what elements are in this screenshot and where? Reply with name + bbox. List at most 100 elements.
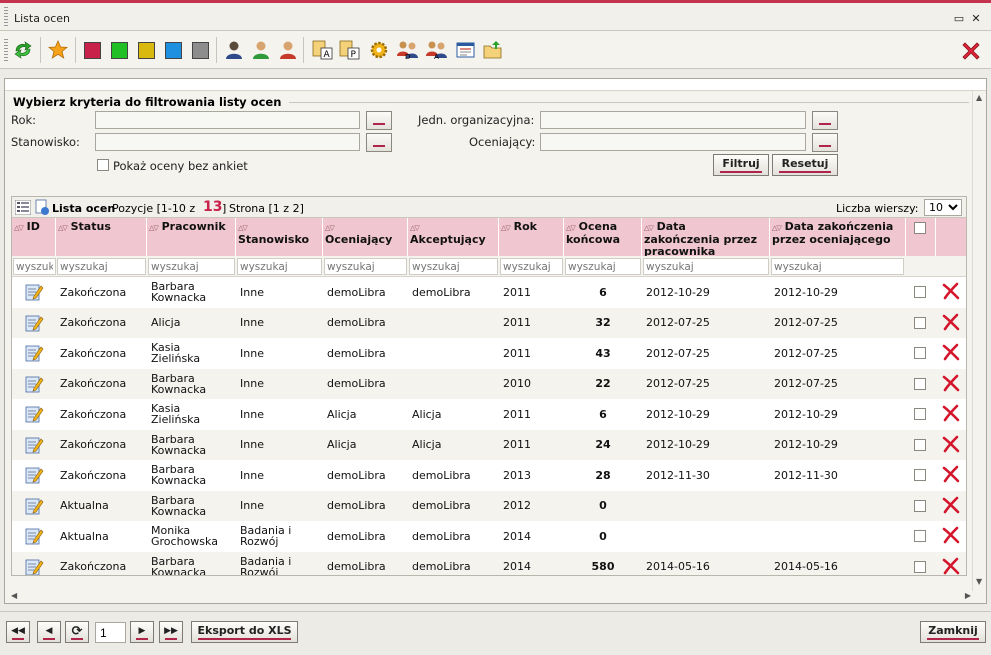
rows-per-page-select[interactable]: 10 (924, 199, 962, 216)
col-header-status[interactable]: △▽ Status (56, 218, 147, 256)
table-row[interactable]: Zakończona Kasia Zielińska Inne Alicja Alicja… (12, 399, 966, 430)
export-doc-icon[interactable] (34, 199, 50, 216)
show-without-surveys-checkbox[interactable] (97, 159, 109, 171)
refresh-page-button[interactable]: ⟳ (65, 621, 89, 643)
filter-oceniajacy-input[interactable] (324, 258, 407, 275)
edit-icon[interactable] (24, 526, 44, 546)
stanowisko-input[interactable] (95, 133, 360, 151)
prev-page-button[interactable]: ◀ (37, 621, 61, 643)
document-a-icon[interactable]: A (311, 40, 335, 60)
minimize-button[interactable]: ▭ (952, 12, 966, 25)
last-page-button[interactable]: ▶▶ (159, 621, 183, 643)
window-icon[interactable] (455, 40, 477, 60)
edit-icon[interactable] (24, 313, 44, 333)
reset-button[interactable]: Resetuj (772, 154, 838, 176)
refresh-icon[interactable] (13, 40, 33, 60)
select-all-checkbox[interactable] (914, 222, 926, 234)
oceniajacy-clear-button[interactable] (812, 133, 838, 152)
delete-icon[interactable] (942, 526, 960, 544)
scroll-down-icon[interactable]: ▼ (976, 577, 982, 586)
person-red-icon[interactable] (278, 40, 298, 60)
users-a-icon[interactable]: A (425, 40, 449, 60)
col-header-data-pracownik[interactable]: △▽ Data zakończenia przez pracownika (642, 218, 770, 258)
table-row[interactable]: Zakończona Barbara Kownacka Inne demoLibra de… (12, 460, 966, 491)
edit-icon[interactable] (24, 465, 44, 485)
window-close-button[interactable]: ✕ (969, 12, 983, 25)
filter-button[interactable]: Filtruj (713, 154, 769, 176)
table-row[interactable]: Zakończona Alicja Inne demoLibra 2011 32 2012-… (12, 307, 966, 338)
document-p-icon[interactable]: P (338, 40, 362, 60)
close-button[interactable]: Zamknij (920, 621, 986, 643)
table-row[interactable]: Zakończona Kasia Zielińska Inne demoLibra 201… (12, 338, 966, 369)
blue-square-icon[interactable] (165, 42, 182, 59)
export-xls-button[interactable]: Eksport do XLS (191, 621, 298, 643)
delete-icon[interactable] (942, 496, 960, 514)
col-header-data-oceniajacy[interactable]: △▽ Data zakończenia przez oceniającego (770, 218, 906, 256)
red-square-icon[interactable] (84, 42, 101, 59)
edit-icon[interactable] (24, 435, 44, 455)
table-row[interactable]: Aktualna Monika Grochowska Badania i Rozwój d… (12, 521, 966, 552)
delete-icon[interactable] (942, 435, 960, 453)
col-header-rok[interactable]: △▽ Rok (499, 218, 564, 256)
delete-icon[interactable] (942, 404, 960, 422)
jedn-organizacyjna-clear-button[interactable] (812, 111, 838, 130)
scroll-right-icon[interactable]: ▶ (965, 591, 971, 600)
delete-icon[interactable] (942, 465, 960, 483)
scroll-left-icon[interactable]: ◀ (11, 591, 17, 600)
person-green-icon[interactable] (251, 40, 271, 60)
star-icon[interactable] (48, 40, 68, 60)
gray-square-icon[interactable] (192, 42, 209, 59)
page-number-input[interactable] (95, 622, 126, 643)
folder-icon[interactable] (482, 40, 504, 60)
edit-icon[interactable] (24, 282, 44, 302)
col-header-id[interactable]: △▽ ID (12, 218, 56, 256)
row-checkbox[interactable] (914, 286, 926, 298)
col-header-pracownik[interactable]: △▽ Pracownik (147, 218, 236, 256)
rok-clear-button[interactable] (366, 111, 392, 130)
delete-icon[interactable] (942, 557, 960, 575)
filter-rok-input[interactable] (500, 258, 563, 275)
filter-id-input[interactable] (13, 258, 56, 275)
edit-icon[interactable] (24, 404, 44, 424)
filter-akceptujacy-input[interactable] (409, 258, 498, 275)
rok-input[interactable] (95, 111, 360, 129)
edit-icon[interactable] (24, 374, 44, 394)
filter-status-input[interactable] (57, 258, 146, 275)
col-header-ocena[interactable]: △▽ Ocena końcowa (564, 218, 642, 256)
filter-data-pracownik-input[interactable] (643, 258, 769, 275)
row-checkbox[interactable] (914, 530, 926, 542)
person-dark-icon[interactable] (224, 40, 244, 60)
filter-data-oceniajacy-input[interactable] (771, 258, 904, 275)
oceniajacy-input[interactable] (540, 133, 806, 151)
table-row[interactable]: Aktualna Barbara Kownacka Inne demoLibra demo… (12, 490, 966, 521)
edit-icon[interactable] (24, 343, 44, 363)
row-checkbox[interactable] (914, 560, 926, 573)
delete-icon[interactable] (942, 282, 960, 300)
vertical-scrollbar[interactable]: ▲ ▼ (972, 91, 986, 591)
edit-icon[interactable] (24, 496, 44, 516)
filter-pracownik-input[interactable] (148, 258, 235, 275)
table-row[interactable]: Zakończona Barbara Kownacka Inne demoLibra de… (12, 277, 966, 308)
col-header-oceniajacy[interactable]: △▽ Oceniający (323, 218, 408, 256)
table-row[interactable]: Zakończona Barbara Kownacka Inne Alicja Alicj… (12, 429, 966, 460)
delete-icon[interactable] (942, 313, 960, 331)
table-row[interactable]: Zakończona Barbara Kownacka Badania i Rozwój… (12, 551, 966, 575)
next-page-button[interactable]: ▶ (130, 621, 154, 643)
gear-icon[interactable] (369, 40, 389, 60)
jedn-organizacyjna-input[interactable] (540, 111, 806, 129)
col-header-akceptujacy[interactable]: △▽ Akceptujący (408, 218, 499, 256)
row-checkbox[interactable] (914, 347, 926, 359)
filter-ocena-input[interactable] (565, 258, 641, 275)
first-page-button[interactable]: ◀◀ (6, 621, 30, 643)
row-checkbox[interactable] (914, 469, 926, 481)
delete-icon[interactable] (942, 343, 960, 361)
row-checkbox[interactable] (914, 377, 926, 390)
stanowisko-clear-button[interactable] (366, 133, 392, 152)
yellow-square-icon[interactable] (138, 42, 155, 59)
row-checkbox[interactable] (914, 438, 926, 451)
filter-stanowisko-input[interactable] (237, 258, 322, 275)
green-square-icon[interactable] (111, 42, 128, 59)
close-icon[interactable] (959, 39, 983, 63)
row-checkbox[interactable] (914, 408, 926, 420)
scroll-up-icon[interactable]: ▲ (976, 93, 982, 102)
